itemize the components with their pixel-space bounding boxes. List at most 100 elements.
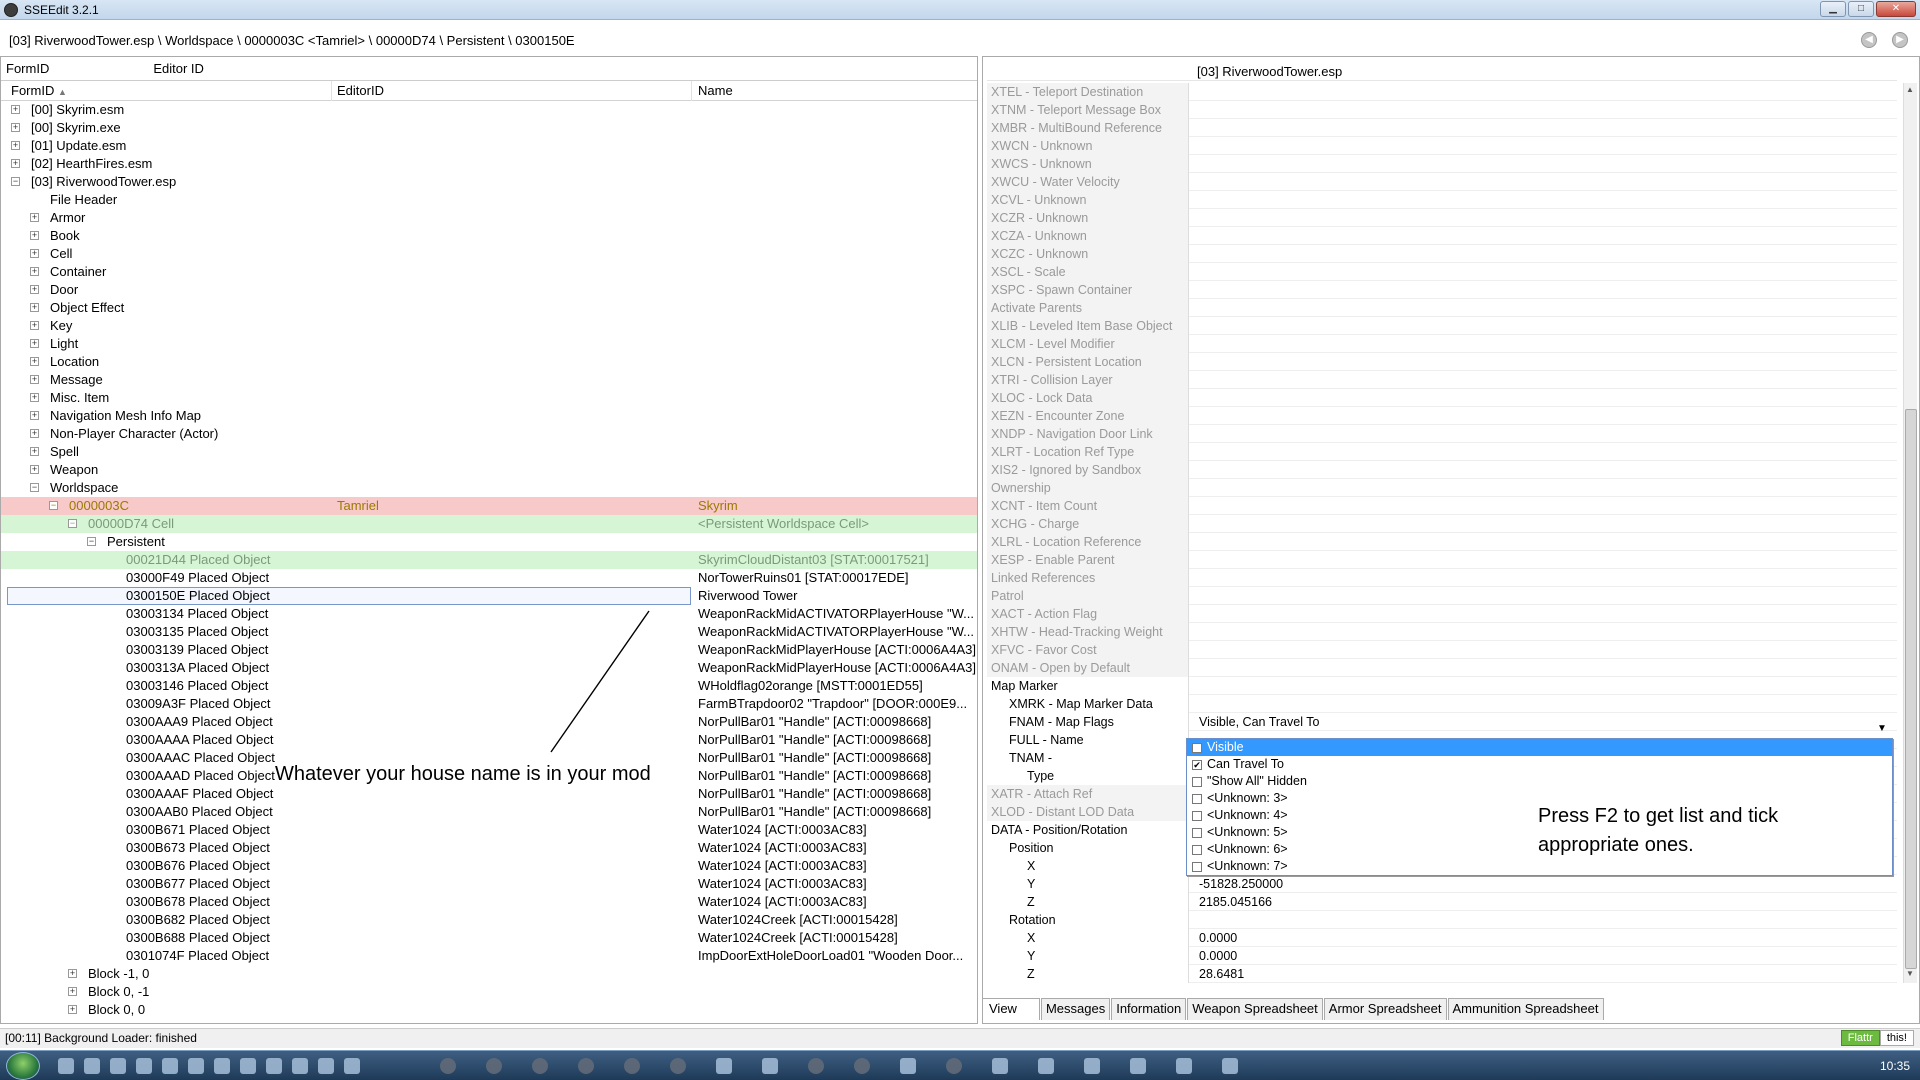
record-field-row[interactable]: Z 2185.045166	[987, 893, 1897, 911]
taskbar-app-icon[interactable]	[266, 1058, 282, 1074]
clock[interactable]: 10:35	[1880, 1059, 1910, 1073]
taskbar-app-icon[interactable]	[1176, 1058, 1192, 1074]
tab-messages[interactable]: Messages	[1040, 998, 1111, 1020]
record-field-row[interactable]: XWCN - Unknown	[987, 137, 1897, 155]
checkbox-unchecked-icon[interactable]	[1192, 794, 1202, 804]
record-field-row[interactable]: Y 0.0000	[987, 947, 1897, 965]
scroll-down-icon[interactable]: ▼	[1906, 969, 1914, 978]
record-field-row[interactable]: Ownership	[987, 479, 1897, 497]
taskbar-app-icon[interactable]	[1084, 1058, 1100, 1074]
record-field-row[interactable]: XTEL - Teleport Destination	[987, 83, 1897, 101]
record-field-row[interactable]: XLCN - Persistent Location	[987, 353, 1897, 371]
record-field-row[interactable]: XESP - Enable Parent	[987, 551, 1897, 569]
record-field-row[interactable]: Rotation	[987, 911, 1897, 929]
taskbar-app-icon[interactable]	[900, 1058, 916, 1074]
record-field-row[interactable]: XEZN - Encounter Zone	[987, 407, 1897, 425]
taskbar-app-icon[interactable]	[214, 1058, 230, 1074]
record-field-row[interactable]: XLRT - Location Ref Type	[987, 443, 1897, 461]
record-field-row[interactable]: XMRK - Map Marker Data	[987, 695, 1897, 713]
taskbar-app-icon[interactable]	[84, 1058, 100, 1074]
tab-information[interactable]: Information	[1111, 998, 1187, 1020]
record-field-row[interactable]: Activate Parents	[987, 299, 1897, 317]
taskbar-app-icon[interactable]	[188, 1058, 204, 1074]
record-field-row[interactable]: XLCM - Level Modifier	[987, 335, 1897, 353]
record-field-row[interactable]: XFVC - Favor Cost	[987, 641, 1897, 659]
taskbar-app-icon[interactable]	[624, 1058, 640, 1074]
tab-weapon-spreadsheet[interactable]: Weapon Spreadsheet	[1187, 998, 1323, 1020]
start-button[interactable]	[6, 1052, 40, 1080]
record-field-row[interactable]: X 0.0000	[987, 929, 1897, 947]
flattr-button[interactable]: Flattr this!	[1840, 1030, 1914, 1046]
chevron-down-icon[interactable]: ▼	[1877, 723, 1887, 734]
record-field-row[interactable]: XSPC - Spawn Container	[987, 281, 1897, 299]
record-field-value[interactable]: Visible, Can Travel To	[1199, 713, 1319, 731]
record-field-row[interactable]: XMBR - MultiBound Reference	[987, 119, 1897, 137]
taskbar-app-icon[interactable]	[486, 1058, 502, 1074]
record-field-row[interactable]: Map Marker	[987, 677, 1897, 695]
taskbar-app-icon[interactable]	[162, 1058, 178, 1074]
record-field-row[interactable]: XTNM - Teleport Message Box	[987, 101, 1897, 119]
record-field-row[interactable]: XACT - Action Flag	[987, 605, 1897, 623]
checkbox-checked-icon[interactable]: ✔	[1192, 760, 1202, 770]
tab-armor-spreadsheet[interactable]: Armor Spreadsheet	[1323, 998, 1447, 1020]
record-field-row[interactable]: Patrol	[987, 587, 1897, 605]
checkbox-checked-icon[interactable]: ✔	[1192, 743, 1202, 753]
map-flag-option[interactable]: "Show All" Hidden	[1187, 773, 1892, 790]
taskbar-app-icon[interactable]	[716, 1058, 732, 1074]
map-flag-option[interactable]: ✔ Visible	[1187, 739, 1892, 756]
record-field-row[interactable]: FNAM - Map Flags Visible, Can Travel To	[987, 713, 1897, 731]
checkbox-unchecked-icon[interactable]	[1192, 828, 1202, 838]
checkbox-unchecked-icon[interactable]	[1192, 845, 1202, 855]
taskbar-app-icon[interactable]	[344, 1058, 360, 1074]
record-field-value[interactable]: 0.0000	[1199, 929, 1237, 947]
scroll-up-icon[interactable]: ▲	[1906, 85, 1914, 94]
map-flag-option[interactable]: ✔ Can Travel To	[1187, 756, 1892, 773]
record-field-value[interactable]: -51828.250000	[1199, 875, 1283, 893]
record-field-row[interactable]: XIS2 - Ignored by Sandbox	[987, 461, 1897, 479]
record-field-row[interactable]: XHTW - Head-Tracking Weight	[987, 623, 1897, 641]
record-field-row[interactable]: XTRI - Collision Layer	[987, 371, 1897, 389]
taskbar-app-icon[interactable]	[318, 1058, 334, 1074]
taskbar-app-icon[interactable]	[578, 1058, 594, 1074]
taskbar-app-icon[interactable]	[440, 1058, 456, 1074]
map-flag-option[interactable]: <Unknown: 7>	[1187, 858, 1892, 875]
taskbar-app-icon[interactable]	[992, 1058, 1008, 1074]
record-field-row[interactable]: XCHG - Charge	[987, 515, 1897, 533]
taskbar-app-icon[interactable]	[58, 1058, 74, 1074]
record-scrollbar[interactable]: ▲ ▼	[1903, 83, 1917, 983]
checkbox-unchecked-icon[interactable]	[1192, 862, 1202, 872]
record-field-row[interactable]: XLOC - Lock Data	[987, 389, 1897, 407]
taskbar-app-icon[interactable]	[946, 1058, 962, 1074]
taskbar-app-icon[interactable]	[762, 1058, 778, 1074]
record-field-row[interactable]: XSCL - Scale	[987, 263, 1897, 281]
record-field-row[interactable]: XCZC - Unknown	[987, 245, 1897, 263]
record-field-row[interactable]: Y -51828.250000	[987, 875, 1897, 893]
record-field-row[interactable]: XLIB - Leveled Item Base Object	[987, 317, 1897, 335]
record-field-row[interactable]: XNDP - Navigation Door Link	[987, 425, 1897, 443]
taskbar-app-icon[interactable]	[808, 1058, 824, 1074]
scroll-thumb[interactable]	[1905, 409, 1917, 969]
record-field-row[interactable]: XCNT - Item Count	[987, 497, 1897, 515]
record-field-row[interactable]: Linked References	[987, 569, 1897, 587]
taskbar-app-icon[interactable]	[532, 1058, 548, 1074]
taskbar-app-icon[interactable]	[110, 1058, 126, 1074]
taskbar-app-icon[interactable]	[240, 1058, 256, 1074]
checkbox-unchecked-icon[interactable]	[1192, 811, 1202, 821]
taskbar-app-icon[interactable]	[1130, 1058, 1146, 1074]
record-field-row[interactable]: XCZA - Unknown	[987, 227, 1897, 245]
record-field-value[interactable]: 2185.045166	[1199, 893, 1272, 911]
record-field-row[interactable]: Z 28.6481	[987, 965, 1897, 983]
taskbar-app-icon[interactable]	[136, 1058, 152, 1074]
record-field-value[interactable]: 28.6481	[1199, 965, 1244, 983]
taskbar-app-icon[interactable]	[292, 1058, 308, 1074]
record-field-value[interactable]: 0.0000	[1199, 947, 1237, 965]
record-field-row[interactable]: XCVL - Unknown	[987, 191, 1897, 209]
taskbar-app-icon[interactable]	[1222, 1058, 1238, 1074]
taskbar-app-icon[interactable]	[670, 1058, 686, 1074]
record-field-row[interactable]: XWCS - Unknown	[987, 155, 1897, 173]
record-field-row[interactable]: ONAM - Open by Default	[987, 659, 1897, 677]
taskbar-app-icon[interactable]	[854, 1058, 870, 1074]
record-field-row[interactable]: XCZR - Unknown	[987, 209, 1897, 227]
record-field-row[interactable]: XWCU - Water Velocity	[987, 173, 1897, 191]
tab-ammunition-spreadsheet[interactable]: Ammunition Spreadsheet	[1447, 998, 1604, 1020]
